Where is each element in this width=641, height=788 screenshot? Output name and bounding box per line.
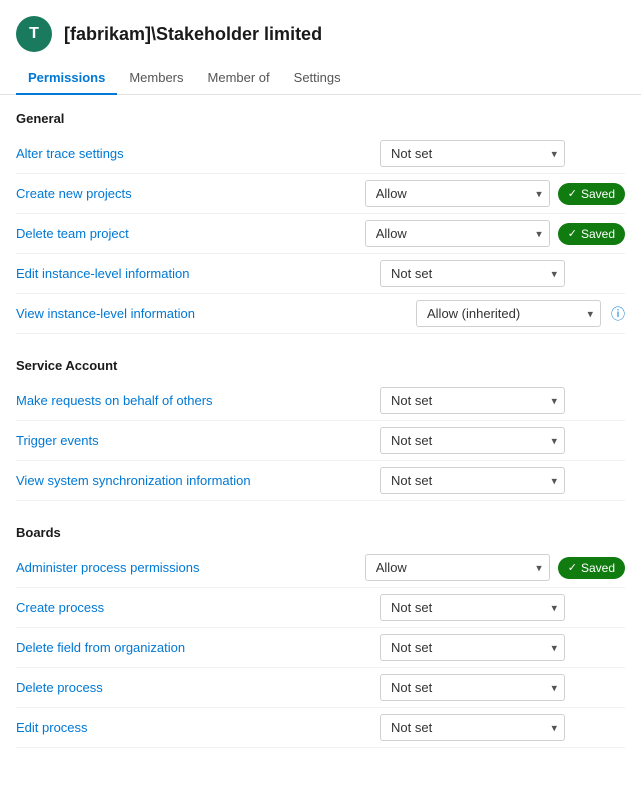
permission-select-wrapper: Not setAllowDenyAllow (inherited)Deny (i… (380, 260, 565, 287)
permission-label[interactable]: Delete process (16, 680, 372, 695)
permission-select[interactable]: Not setAllowDenyAllow (inherited)Deny (i… (380, 260, 565, 287)
permission-select-wrapper: Not setAllowDenyAllow (inherited)Deny (i… (380, 140, 565, 167)
saved-badge: ✓ Saved (558, 183, 625, 205)
permission-select[interactable]: Not setAllowDenyAllow (inherited)Deny (i… (380, 714, 565, 741)
permission-row: Edit instance-level information Not setAl… (16, 254, 625, 294)
info-icon[interactable]: ⓘ (611, 304, 625, 324)
permission-select[interactable]: Not setAllowDenyAllow (inherited)Deny (i… (416, 300, 601, 327)
permission-label[interactable]: Administer process permissions (16, 560, 357, 575)
main-content: General Alter trace settings Not setAllowD… (0, 95, 641, 788)
permission-select-wrapper: Not setAllowDenyAllow (inherited)Deny (i… (365, 180, 550, 207)
permission-select-wrapper: Not setAllowDenyAllow (inherited)Deny (i… (380, 467, 565, 494)
permission-label[interactable]: Delete team project (16, 226, 357, 241)
permission-select-wrapper: Not setAllowDenyAllow (inherited)Deny (i… (365, 554, 550, 581)
permission-label[interactable]: Create new projects (16, 186, 357, 201)
permission-select[interactable]: Not setAllowDenyAllow (inherited)Deny (i… (380, 634, 565, 661)
permission-select-wrapper: Not setAllowDenyAllow (inherited)Deny (i… (380, 634, 565, 661)
permission-select[interactable]: Not setAllowDenyAllow (inherited)Deny (i… (380, 594, 565, 621)
permission-row: Make requests on behalf of others Not set… (16, 381, 625, 421)
permission-row: Create process Not setAllowDenyAllow (inh… (16, 588, 625, 628)
saved-label: Saved (581, 187, 615, 201)
permission-select-wrapper: Not setAllowDenyAllow (inherited)Deny (i… (380, 594, 565, 621)
permission-select-wrapper: Not setAllowDenyAllow (inherited)Deny (i… (380, 387, 565, 414)
permission-row: Administer process permissions Not setAll… (16, 548, 625, 588)
saved-label: Saved (581, 227, 615, 241)
permission-row: Delete field from organization Not setAll… (16, 628, 625, 668)
permission-select[interactable]: Not setAllowDenyAllow (inherited)Deny (i… (380, 427, 565, 454)
permission-select-wrapper: Not setAllowDenyAllow (inherited)Deny (i… (380, 674, 565, 701)
section-general: General Alter trace settings Not setAllowD… (16, 111, 625, 334)
permission-label[interactable]: Edit process (16, 720, 372, 735)
permission-row: View instance-level information Not setAl… (16, 294, 625, 334)
permission-label[interactable]: Alter trace settings (16, 146, 372, 161)
saved-badge: ✓ Saved (558, 223, 625, 245)
permission-row: Alter trace settings Not setAllowDenyAllo… (16, 134, 625, 174)
permission-label[interactable]: Delete field from organization (16, 640, 372, 655)
permission-select-wrapper: Not setAllowDenyAllow (inherited)Deny (i… (365, 220, 550, 247)
permission-row: Create new projects Not setAllowDenyAllow… (16, 174, 625, 214)
permission-label[interactable]: Trigger events (16, 433, 372, 448)
section-title: Service Account (16, 358, 625, 373)
permission-select[interactable]: Not setAllowDenyAllow (inherited)Deny (i… (380, 467, 565, 494)
tab-settings[interactable]: Settings (282, 62, 353, 95)
permission-label[interactable]: Create process (16, 600, 372, 615)
page-title: [fabrikam]\Stakeholder limited (64, 24, 322, 45)
avatar: T (16, 16, 52, 52)
permission-select[interactable]: Not setAllowDenyAllow (inherited)Deny (i… (365, 180, 550, 207)
permission-select-wrapper: Not setAllowDenyAllow (inherited)Deny (i… (380, 427, 565, 454)
permission-select-wrapper: Not setAllowDenyAllow (inherited)Deny (i… (380, 714, 565, 741)
tab-bar: PermissionsMembersMember ofSettings (0, 62, 641, 95)
tab-members[interactable]: Members (117, 62, 195, 95)
permission-select[interactable]: Not setAllowDenyAllow (inherited)Deny (i… (365, 554, 550, 581)
section-boards: Boards Administer process permissions Not … (16, 525, 625, 748)
tab-permissions[interactable]: Permissions (16, 62, 117, 95)
permission-select[interactable]: Not setAllowDenyAllow (inherited)Deny (i… (380, 387, 565, 414)
permission-label[interactable]: View system synchronization information (16, 473, 372, 488)
section-title: Boards (16, 525, 625, 540)
permission-select[interactable]: Not setAllowDenyAllow (inherited)Deny (i… (365, 220, 550, 247)
permission-label[interactable]: Make requests on behalf of others (16, 393, 372, 408)
permission-select-wrapper: Not setAllowDenyAllow (inherited)Deny (i… (416, 300, 601, 327)
page-header: T [fabrikam]\Stakeholder limited (0, 0, 641, 62)
section-service-account: Service Account Make requests on behalf o… (16, 358, 625, 501)
permission-row: Delete process Not setAllowDenyAllow (inh… (16, 668, 625, 708)
tab-member-of[interactable]: Member of (196, 62, 282, 95)
saved-badge: ✓ Saved (558, 557, 625, 579)
section-title: General (16, 111, 625, 126)
permission-select[interactable]: Not setAllowDenyAllow (inherited)Deny (i… (380, 674, 565, 701)
permission-row: View system synchronization information N… (16, 461, 625, 501)
check-icon: ✓ (568, 561, 577, 574)
permission-label[interactable]: Edit instance-level information (16, 266, 372, 281)
saved-label: Saved (581, 561, 615, 575)
permission-select[interactable]: Not setAllowDenyAllow (inherited)Deny (i… (380, 140, 565, 167)
permission-row: Edit process Not setAllowDenyAllow (inher… (16, 708, 625, 748)
permission-row: Delete team project Not setAllowDenyAllow… (16, 214, 625, 254)
check-icon: ✓ (568, 187, 577, 200)
permission-row: Trigger events Not setAllowDenyAllow (inh… (16, 421, 625, 461)
permission-label[interactable]: View instance-level information (16, 306, 408, 321)
check-icon: ✓ (568, 227, 577, 240)
